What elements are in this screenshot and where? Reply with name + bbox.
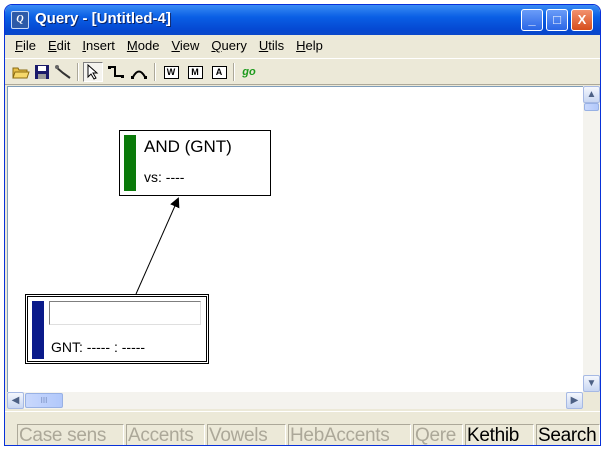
- menu-edit[interactable]: Edit: [42, 36, 76, 56]
- status-accents[interactable]: Accents: [126, 424, 205, 445]
- vertical-scroll-thumb[interactable]: [584, 103, 599, 111]
- and-box-button[interactable]: A: [209, 62, 229, 82]
- toolbar-separator: [77, 63, 79, 81]
- menu-query[interactable]: Query: [205, 36, 252, 56]
- go-icon: go: [242, 66, 256, 78]
- status-search[interactable]: Search: [536, 424, 600, 445]
- vertical-scrollbar[interactable]: ▲ ▼: [583, 86, 600, 392]
- morph-box-button[interactable]: M: [185, 62, 205, 82]
- menu-file[interactable]: File: [9, 36, 42, 56]
- link-tool-icon[interactable]: [53, 62, 73, 82]
- word-box-button[interactable]: W: [161, 62, 181, 82]
- toolbar-separator: [233, 63, 235, 81]
- word-node-input[interactable]: [49, 301, 201, 325]
- arrow-pointer-icon[interactable]: [83, 62, 103, 82]
- and-node-bar: [124, 135, 136, 191]
- word-node-version: GNT: ----- : -----: [51, 339, 146, 355]
- open-folder-icon[interactable]: [11, 62, 31, 82]
- status-case-sensitive[interactable]: Case sens: [17, 424, 124, 445]
- scroll-left-button[interactable]: ◀: [7, 392, 24, 409]
- menu-insert[interactable]: Insert: [76, 36, 121, 56]
- minimize-button[interactable]: _: [521, 9, 543, 31]
- close-button[interactable]: X: [571, 9, 593, 31]
- scroll-down-button[interactable]: ▼: [583, 375, 600, 392]
- maximize-button[interactable]: □: [546, 9, 568, 31]
- arc-icon[interactable]: [129, 62, 149, 82]
- menu-bar: File Edit Insert Mode View Query Utils H…: [5, 35, 600, 57]
- horizontal-scrollbar[interactable]: ◀ III ▶: [7, 392, 583, 409]
- and-node[interactable]: AND (GNT) vs: ----: [119, 130, 271, 196]
- connector-icon[interactable]: [106, 62, 126, 82]
- status-kethib[interactable]: Kethib: [465, 424, 534, 445]
- toolbar-separator: [154, 63, 156, 81]
- and-node-version: vs: ----: [144, 169, 185, 185]
- and-node-title: AND (GNT): [144, 137, 232, 156]
- menu-mode[interactable]: Mode: [121, 36, 166, 56]
- horizontal-scroll-thumb[interactable]: III: [25, 393, 63, 408]
- go-button[interactable]: go: [239, 62, 259, 82]
- save-disk-icon[interactable]: [32, 62, 52, 82]
- app-icon[interactable]: Q: [11, 11, 29, 29]
- scroll-corner: [583, 392, 600, 409]
- status-qere[interactable]: Qere: [413, 424, 463, 445]
- word-node[interactable]: GNT: ----- : -----: [25, 294, 209, 364]
- menu-help[interactable]: Help: [290, 36, 329, 56]
- window-title: Query - [Untitled-4]: [35, 10, 171, 27]
- title-bar[interactable]: Q Query - [Untitled-4] _ □ X: [5, 5, 600, 35]
- status-heb-accents[interactable]: HebAccents: [288, 424, 411, 445]
- word-node-bar: [32, 301, 44, 359]
- status-vowels[interactable]: Vowels: [207, 424, 286, 445]
- menu-view[interactable]: View: [165, 36, 205, 56]
- query-canvas[interactable]: AND (GNT) vs: ---- GNT: ----- : -----: [7, 86, 583, 392]
- toolbar: W M A go: [5, 58, 600, 85]
- menu-utils[interactable]: Utils: [253, 36, 290, 56]
- scroll-right-button[interactable]: ▶: [566, 392, 583, 409]
- status-bar: Case sens Accents Vowels HebAccents Qere…: [5, 411, 600, 445]
- scroll-up-button[interactable]: ▲: [583, 86, 600, 103]
- query-window: Q Query - [Untitled-4] _ □ X File Edit I…: [4, 4, 601, 446]
